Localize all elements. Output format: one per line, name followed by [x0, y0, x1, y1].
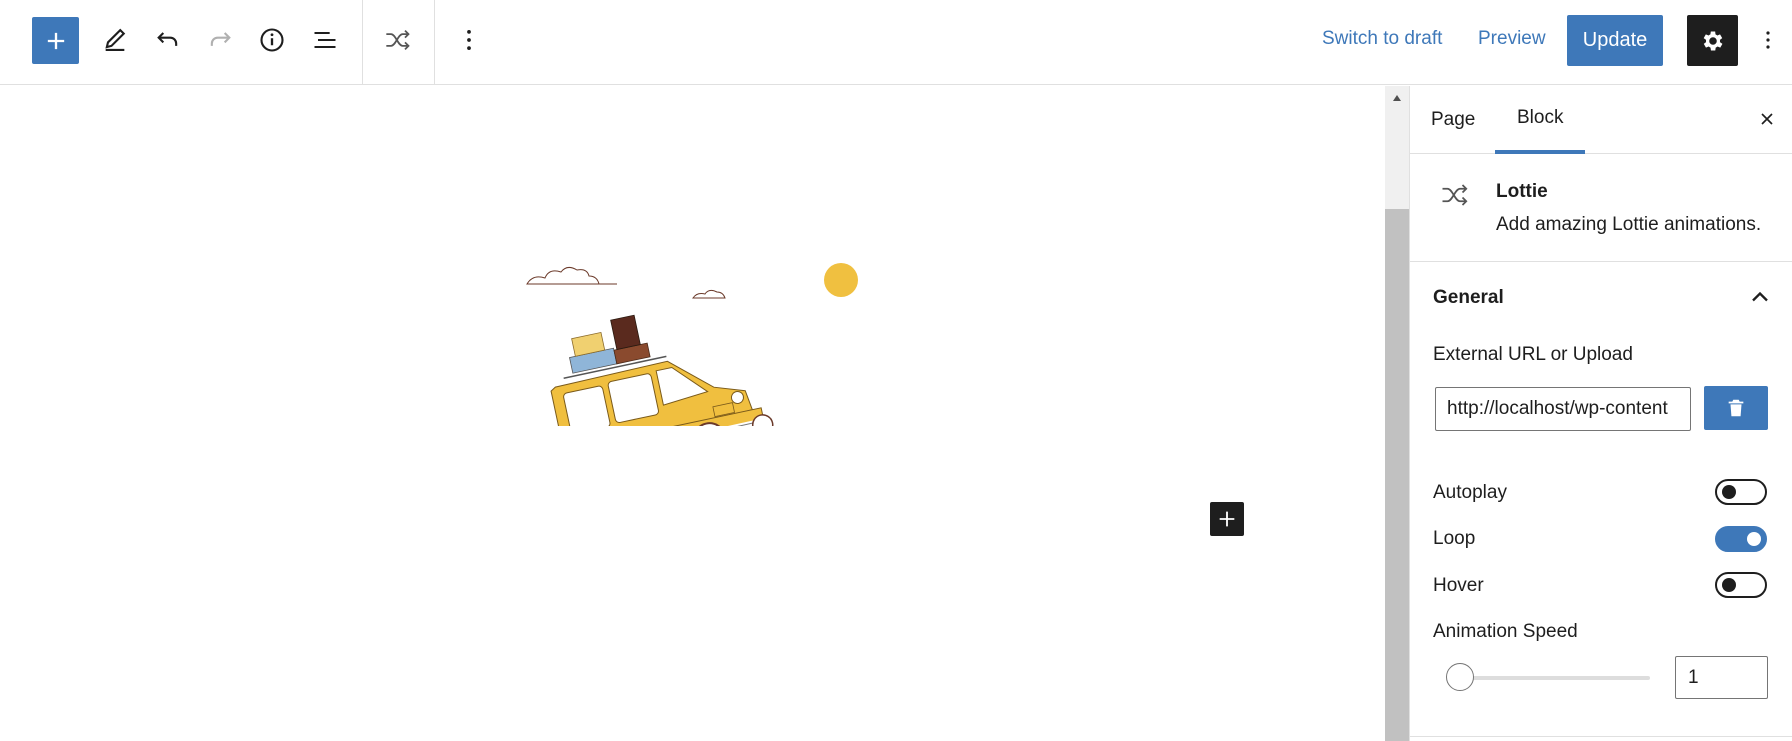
pencil-icon — [105, 28, 126, 51]
url-value: http://localhost/wp-content — [1447, 398, 1668, 419]
tab-page[interactable]: Page — [1431, 86, 1475, 154]
speed-slider-track[interactable] — [1450, 676, 1650, 680]
shuffle-icon — [1442, 184, 1468, 206]
info-icon — [260, 28, 284, 52]
speed-slider-thumb[interactable] — [1446, 663, 1474, 691]
lottie-animation-preview[interactable] — [505, 171, 875, 426]
sidebar-tabs: Page Block — [1410, 86, 1792, 154]
speed-number-input[interactable] — [1675, 656, 1768, 699]
panel-title: General — [1433, 287, 1504, 308]
update-button[interactable]: Update — [1567, 15, 1663, 66]
undo-button[interactable] — [145, 17, 191, 63]
editor-toolbar: Switch to draft Preview Update — [0, 0, 1792, 85]
gear-icon — [1703, 30, 1722, 51]
loop-toggle[interactable] — [1715, 526, 1767, 552]
details-button[interactable] — [249, 17, 295, 63]
block-inserter-button[interactable] — [1210, 502, 1244, 536]
block-description: Add amazing Lottie animations. — [1496, 214, 1762, 235]
shuffle-icon — [386, 30, 410, 50]
hover-toggle[interactable] — [1715, 572, 1767, 598]
block-title: Lottie — [1496, 181, 1548, 202]
settings-sidebar: Page Block Lottie Add amazing Lottie ani… — [1409, 86, 1792, 741]
plus-icon — [47, 32, 64, 49]
general-panel-toggle[interactable]: General — [1410, 263, 1792, 331]
block-card: Lottie Add amazing Lottie animations. — [1410, 154, 1792, 262]
chevron-up-icon — [1752, 291, 1768, 302]
canvas-scrollbar[interactable] — [1385, 86, 1409, 741]
scroll-thumb[interactable] — [1385, 209, 1409, 741]
url-label: External URL or Upload — [1433, 344, 1633, 365]
loop-label: Loop — [1433, 528, 1476, 549]
block-type-button[interactable] — [375, 17, 421, 63]
toggle-knob — [1722, 578, 1736, 592]
list-view-icon — [314, 31, 336, 49]
autoplay-label: Autoplay — [1433, 482, 1507, 503]
settings-button[interactable] — [1687, 15, 1738, 66]
redo-icon — [210, 32, 231, 46]
triangle-up-icon — [1393, 95, 1401, 101]
panel-divider — [1410, 736, 1792, 737]
hover-label: Hover — [1433, 575, 1484, 596]
list-view-button[interactable] — [302, 17, 348, 63]
scroll-up-button[interactable] — [1385, 86, 1409, 110]
add-block-button[interactable] — [32, 17, 79, 64]
autoplay-toggle[interactable] — [1715, 479, 1767, 505]
tab-block[interactable]: Block — [1495, 86, 1586, 154]
redo-button[interactable] — [197, 17, 243, 63]
close-icon — [1761, 113, 1773, 125]
close-sidebar-button[interactable] — [1750, 102, 1784, 136]
remove-file-button[interactable] — [1704, 386, 1768, 430]
plus-icon — [1219, 511, 1235, 527]
preview-button[interactable]: Preview — [1478, 28, 1546, 50]
more-vertical-icon — [467, 29, 471, 51]
toolbar-divider — [362, 0, 363, 85]
undo-icon — [157, 32, 178, 46]
tools-button[interactable] — [92, 17, 138, 63]
switch-to-draft-button[interactable]: Switch to draft — [1322, 28, 1442, 50]
editor-canvas[interactable] — [0, 86, 1385, 741]
block-options-button[interactable] — [446, 17, 492, 63]
trash-icon — [1728, 399, 1744, 417]
toolbar-divider — [434, 0, 435, 85]
toggle-knob — [1747, 532, 1761, 546]
toggle-knob — [1722, 485, 1736, 499]
speed-label: Animation Speed — [1433, 621, 1578, 642]
more-vertical-icon — [1766, 31, 1770, 49]
url-input[interactable]: http://localhost/wp-content — [1435, 387, 1691, 431]
options-menu-button[interactable] — [1753, 17, 1783, 63]
